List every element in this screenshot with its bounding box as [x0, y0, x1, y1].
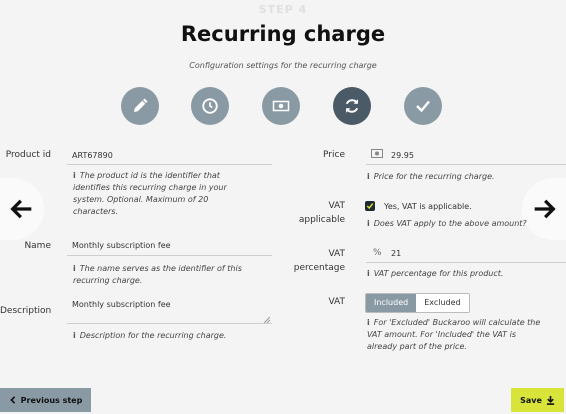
check-icon — [416, 100, 430, 113]
description-underline — [67, 323, 272, 324]
vat-applicable-checkbox-label[interactable]: Yes, VAT is applicable. — [384, 202, 472, 211]
vat-included-option[interactable]: Included — [366, 294, 417, 312]
money-icon — [371, 149, 383, 158]
name-underline — [67, 255, 272, 256]
product-id-help: i The product id is the identifier that i… — [73, 171, 227, 216]
vat-toggle[interactable]: Included Excluded — [365, 293, 470, 313]
page-title: Recurring charge — [180, 22, 386, 46]
description-textarea[interactable]: Monthly subscription fee — [72, 300, 171, 309]
step-details-button[interactable] — [121, 87, 159, 125]
resize-handle-icon[interactable] — [263, 316, 270, 323]
vat-applicable-label: VAT applicable — [298, 201, 345, 225]
next-arrow-button[interactable] — [522, 178, 566, 240]
vat-percentage-label: VAT percentage — [293, 249, 345, 273]
info-icon: i — [73, 331, 76, 340]
product-id-underline — [67, 164, 272, 165]
page-subtitle: Configuration settings for the recurring… — [189, 61, 377, 70]
name-help: i The name serves as the identifier of th… — [73, 264, 242, 285]
step-indicator: STEP 4 — [258, 3, 308, 16]
info-icon: i — [367, 219, 370, 228]
price-label: Price — [323, 150, 345, 160]
percent-sign: % — [373, 248, 382, 258]
save-button[interactable]: Save — [511, 388, 564, 412]
name-label: Name — [24, 241, 51, 251]
step-recurring-button[interactable] — [333, 87, 371, 125]
clock-icon — [202, 98, 218, 114]
price-underline — [366, 164, 566, 165]
vat-label: VAT — [328, 297, 345, 307]
check-icon — [366, 203, 374, 210]
price-help: i Price for the recurring charge. — [367, 172, 495, 181]
money-icon — [272, 100, 290, 112]
info-icon: i — [73, 264, 76, 273]
info-icon: i — [73, 171, 76, 180]
product-id-input[interactable]: ART67890 — [72, 151, 113, 160]
vat-percentage-input[interactable]: 21 — [391, 249, 401, 258]
info-icon: i — [367, 269, 370, 278]
chevron-left-icon — [9, 396, 15, 404]
arrow-left-icon — [10, 199, 32, 219]
name-input[interactable]: Monthly subscription fee — [72, 241, 171, 250]
previous-arrow-button[interactable] — [0, 178, 44, 240]
step-confirm-button[interactable] — [404, 87, 442, 125]
info-icon: i — [367, 318, 370, 327]
product-id-label: Product id — [5, 150, 51, 160]
refresh-icon — [345, 99, 359, 113]
description-help: i Description for the recurring charge. — [73, 331, 227, 340]
price-input[interactable]: 29.95 — [391, 151, 414, 160]
info-icon: i — [367, 172, 370, 181]
previous-step-button[interactable]: Previous step — [0, 388, 91, 412]
vat-applicable-help: i Does VAT apply to the above amount? — [367, 219, 527, 228]
step-amount-button[interactable] — [262, 87, 300, 125]
vat-applicable-checkbox[interactable] — [365, 201, 375, 211]
vat-help: i For 'Excluded' Buckaroo will calculate … — [367, 318, 541, 351]
vat-excluded-option[interactable]: Excluded — [416, 294, 469, 312]
step-schedule-button[interactable] — [191, 87, 229, 125]
download-icon — [546, 395, 555, 405]
vat-percentage-underline — [366, 262, 566, 263]
vat-percentage-help: i VAT percentage for this product. — [367, 269, 504, 278]
pencil-icon — [134, 98, 148, 112]
description-label: Description — [0, 306, 52, 316]
